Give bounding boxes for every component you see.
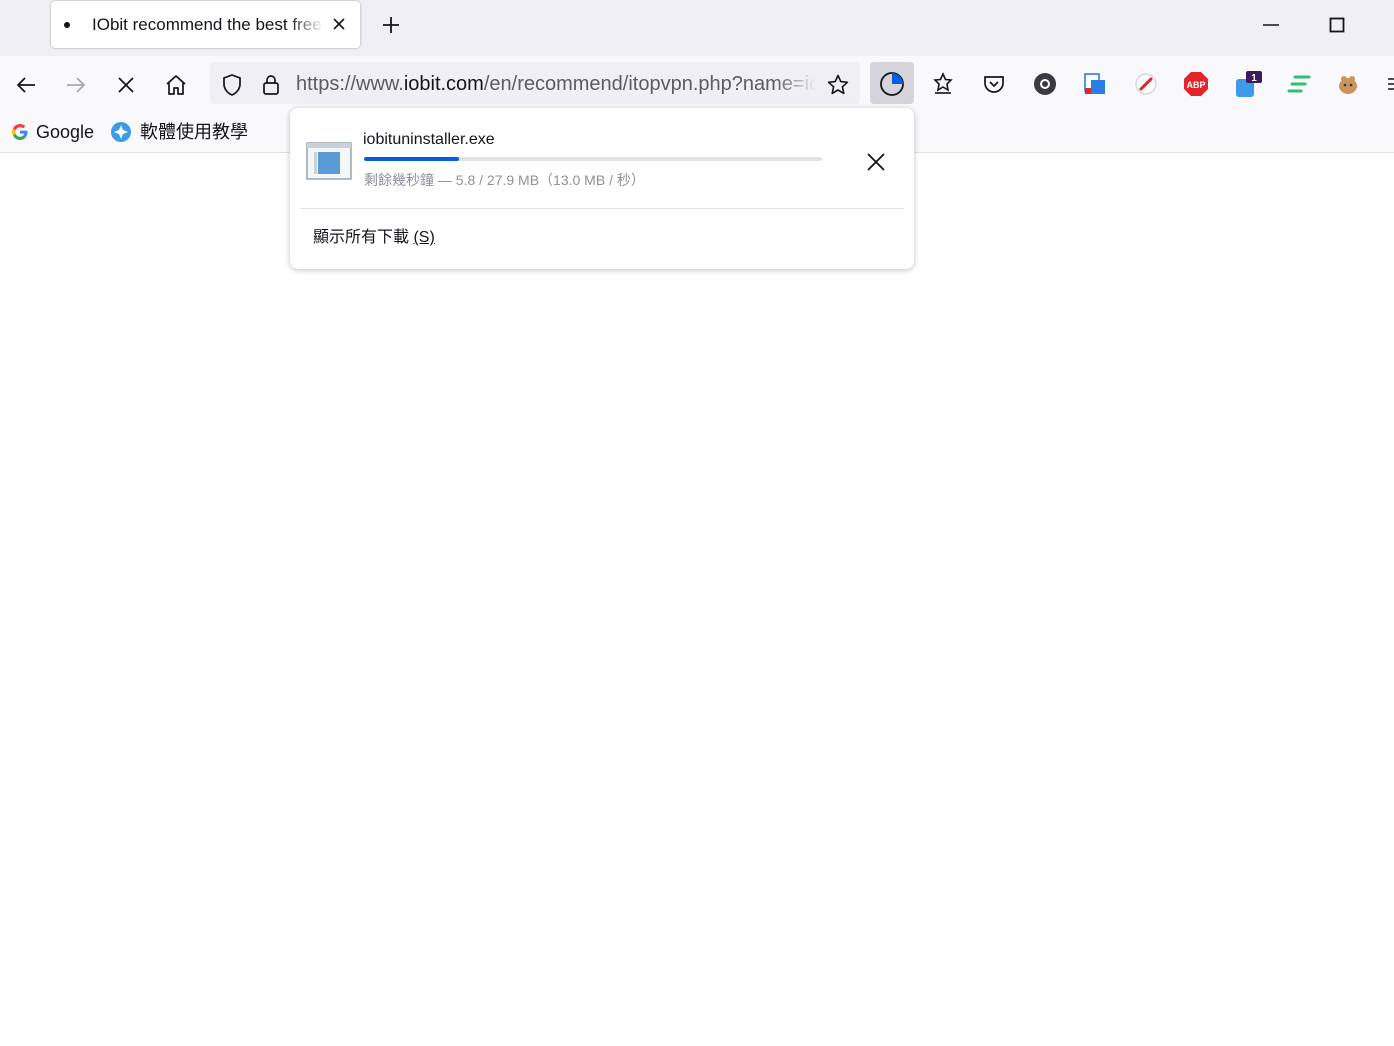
url-host: iobit.com (403, 73, 484, 95)
forward-arrow-icon[interactable] (64, 73, 88, 97)
download-filename: iobituninstaller.exe (363, 131, 495, 148)
download-status: 剩餘幾秒鐘 — 5.8 / 27.9 MB（13.0 MB / 秒） (364, 172, 645, 188)
extension-green-lines-icon[interactable] (1285, 71, 1311, 97)
new-tab-button[interactable] (380, 14, 402, 36)
pocket-icon[interactable] (981, 71, 1007, 97)
bookmark-star-icon[interactable] (826, 73, 850, 97)
minimize-button[interactable] (1262, 16, 1280, 34)
home-icon[interactable] (164, 73, 188, 97)
extension-dark-circle-icon[interactable] (1032, 71, 1058, 97)
translate-extension-icon[interactable] (1082, 71, 1108, 97)
tab-title: IObit recommend the best free Windows so… (92, 15, 324, 34)
show-all-downloads-button[interactable]: 顯示所有下載 (S) (313, 227, 435, 249)
google-icon (10, 122, 30, 142)
cancel-download-icon[interactable] (864, 150, 888, 174)
overflow-menu-icon[interactable] (1386, 71, 1394, 97)
exe-file-icon (306, 142, 352, 180)
tracking-protection-shield-icon[interactable] (220, 73, 244, 97)
extensions-star-icon[interactable] (930, 71, 956, 97)
stop-loading-icon[interactable] (114, 73, 138, 97)
download-progress-fill (364, 157, 460, 161)
lock-icon[interactable] (259, 73, 283, 97)
svg-text:ABP: ABP (1186, 80, 1205, 90)
bookmark-icon (110, 121, 132, 143)
extension-pet-icon[interactable] (1335, 71, 1361, 97)
url-text[interactable]: https://www.iobit.com/en/recommend/itopv… (296, 72, 816, 96)
tab-close-icon[interactable] (330, 15, 348, 33)
bookmark-label: Google (36, 122, 95, 142)
back-arrow-icon[interactable] (14, 73, 38, 97)
maximize-button[interactable] (1328, 16, 1346, 34)
download-progress-bar (364, 157, 822, 161)
notification-extension-icon[interactable]: 1 (1234, 71, 1262, 97)
download-progress-icon[interactable] (879, 71, 905, 97)
adblock-plus-icon[interactable]: ABP (1183, 71, 1209, 97)
svg-text:1: 1 (1251, 73, 1257, 84)
panel-divider (300, 208, 904, 209)
tab-loading-indicator (64, 22, 70, 28)
bookmark-label: 軟體使用教學 (140, 122, 248, 142)
extension-rocket-icon[interactable] (1133, 71, 1159, 97)
